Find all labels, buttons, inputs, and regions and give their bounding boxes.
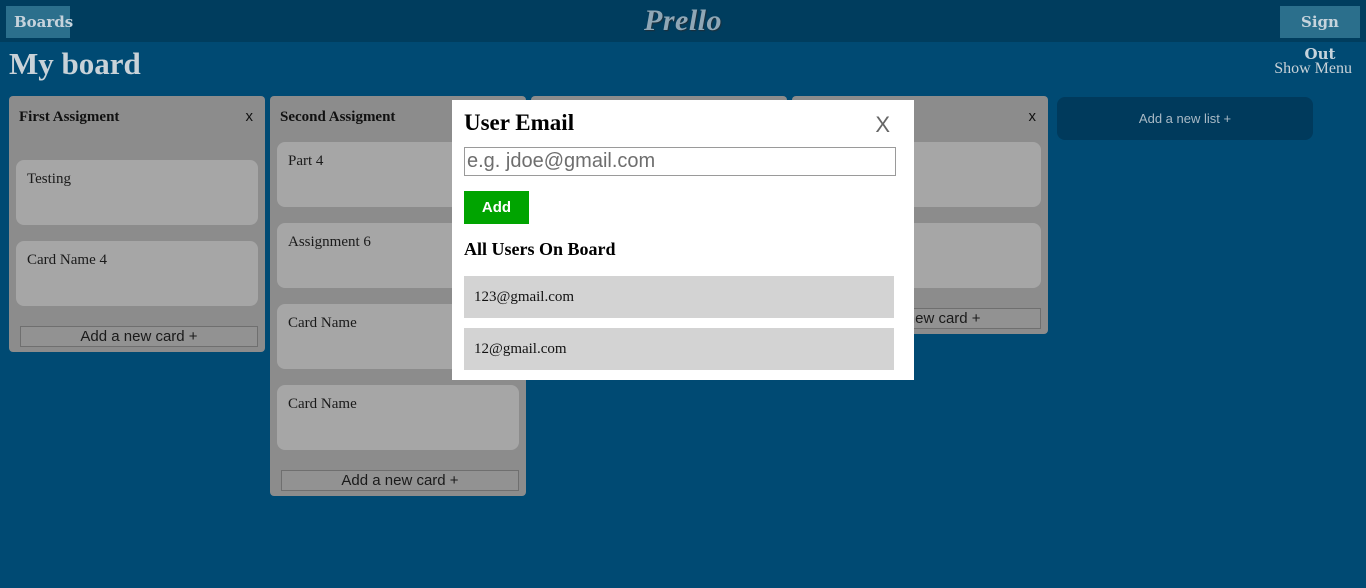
- card-label: Part 4: [288, 153, 324, 169]
- close-list-icon[interactable]: x: [246, 108, 254, 125]
- user-list-item: 123@gmail.com: [464, 276, 894, 318]
- app-logo: Prello: [644, 4, 722, 37]
- close-list-icon[interactable]: x: [1029, 108, 1037, 125]
- card[interactable]: Testing: [16, 160, 258, 225]
- user-email-modal: User Email X Add All Users On Board 123@…: [452, 100, 914, 380]
- card-label: Testing: [27, 171, 71, 187]
- card-label: Card Name: [288, 315, 357, 331]
- card-label: Card Name: [288, 396, 357, 412]
- email-input[interactable]: [464, 147, 896, 176]
- list-first-assigment: First Assigment x Testing Card Name 4 Ad…: [9, 96, 265, 352]
- close-modal-icon[interactable]: X: [875, 112, 890, 138]
- sign-out-button[interactable]: Sign Out: [1280, 6, 1360, 63]
- board-title: My board: [9, 46, 141, 81]
- list-title: Second Assigment: [280, 109, 396, 125]
- card-label: Assignment 6: [288, 234, 371, 250]
- top-navigation-bar: Boards Prello Sign Out: [0, 0, 1366, 63]
- add-list-button[interactable]: Add a new list +: [1057, 97, 1313, 140]
- user-list-item: 12@gmail.com: [464, 328, 894, 370]
- show-menu-link[interactable]: Show Menu: [1274, 60, 1352, 78]
- card[interactable]: Card Name 4: [16, 241, 258, 306]
- users-heading: All Users On Board: [464, 239, 616, 259]
- add-card-button[interactable]: Add a new card +: [20, 326, 258, 347]
- list-title: First Assigment: [19, 109, 120, 125]
- card-label: Card Name 4: [27, 252, 107, 268]
- add-user-button[interactable]: Add: [464, 191, 529, 224]
- add-card-button[interactable]: Add a new card +: [281, 470, 519, 491]
- card[interactable]: Card Name: [277, 385, 519, 450]
- modal-title: User Email: [464, 110, 575, 135]
